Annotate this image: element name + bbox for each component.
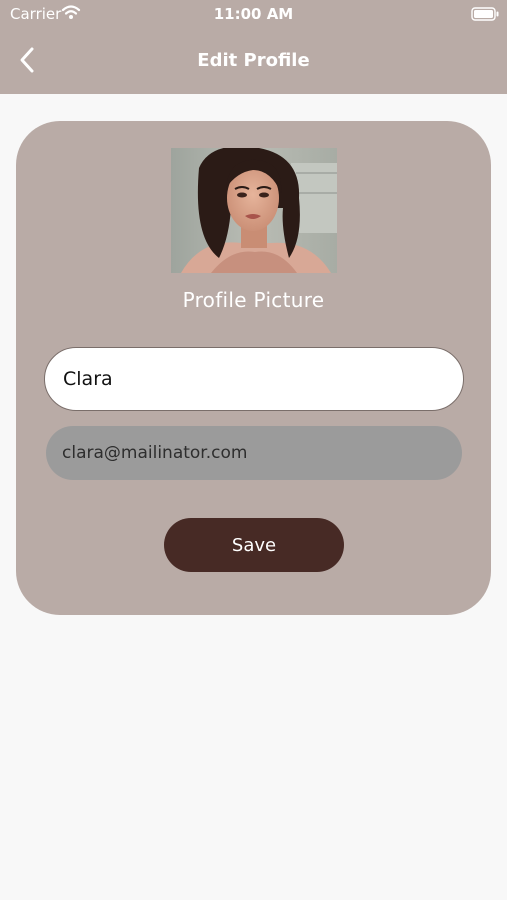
status-time: 11:00 AM bbox=[213, 5, 294, 23]
save-button[interactable]: Save bbox=[164, 518, 344, 572]
page-title: Edit Profile bbox=[197, 50, 310, 71]
battery-icon bbox=[471, 6, 499, 21]
profile-picture-label: Profile Picture bbox=[182, 288, 325, 312]
status-bar: Carrier 11:00 AM bbox=[0, 0, 507, 28]
avatar[interactable] bbox=[171, 148, 337, 273]
email-field[interactable] bbox=[46, 426, 462, 480]
profile-card: Profile Picture Save bbox=[16, 121, 491, 615]
app-header: Carrier 11:00 AM Edit Profile bbox=[0, 0, 507, 94]
name-field[interactable] bbox=[44, 347, 464, 411]
